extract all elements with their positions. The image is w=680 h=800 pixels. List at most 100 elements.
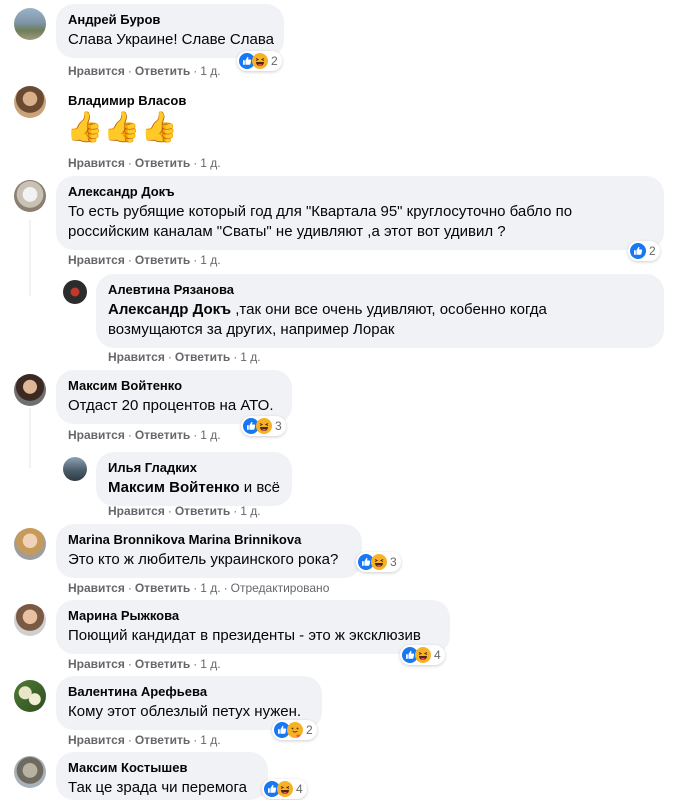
like-link[interactable]: Нравится [68, 428, 125, 442]
comment-bubble: Алевтина Рязанова Александр Докъ ,так он… [96, 274, 664, 348]
comment-text: Это кто ж любитель украинского рока? [68, 551, 339, 568]
like-link[interactable]: Нравится [68, 733, 125, 747]
avatar[interactable] [63, 280, 87, 304]
reply-thread-line [29, 408, 31, 468]
comment-text: То есть рубящие который год для "Квартал… [68, 203, 573, 220]
like-link[interactable]: Нравится [68, 253, 125, 267]
timestamp[interactable]: 1 д. [200, 733, 220, 747]
haha-reaction-icon [371, 554, 387, 570]
like-link[interactable]: Нравится [68, 657, 125, 671]
avatar[interactable] [14, 756, 46, 788]
reply-link[interactable]: Ответить [135, 253, 190, 267]
avatar[interactable] [14, 374, 46, 406]
author-name[interactable]: Максим Костышев [68, 760, 256, 776]
timestamp[interactable]: 1 д. [200, 581, 220, 595]
author-name[interactable]: Валентина Арефьева [68, 684, 310, 700]
author-name[interactable]: Андрей Буров [68, 12, 272, 28]
author-name[interactable]: Максим Войтенко [68, 378, 280, 394]
like-link[interactable]: Нравится [68, 64, 125, 78]
reactions-badge[interactable]: 4 [262, 779, 307, 799]
avatar[interactable] [63, 457, 87, 481]
comment-text: Кому этот облезлый петух нужен. [68, 703, 302, 720]
author-name[interactable]: Алевтина Рязанова [108, 282, 652, 298]
reply-link[interactable]: Ответить [135, 64, 190, 78]
reactions-badge[interactable]: 2 [628, 241, 660, 261]
haha-reaction-icon [256, 418, 272, 434]
comment-bubble: Андрей Буров Слава Украине! Славе Слава [56, 4, 284, 58]
like-link[interactable]: Нравится [68, 156, 125, 170]
care-reaction-icon [287, 722, 303, 738]
comment-actions: Нравится · Ответить · 1 д. [68, 64, 221, 78]
author-name[interactable]: Марина Рыжкова [68, 608, 438, 624]
like-reaction-icon [630, 243, 646, 259]
author-name[interactable]: Илья Гладких [108, 460, 280, 476]
avatar[interactable] [14, 528, 46, 560]
comment-text: возмущаются за других, например Лорак [108, 321, 395, 338]
comment-actions: Нравится · Ответить · 1 д. · Отредактировано [68, 581, 330, 595]
timestamp[interactable]: 1 д. [200, 428, 220, 442]
comment-actions: Нравится · Ответить · 1 д. [68, 253, 221, 267]
reply-link[interactable]: Ответить [175, 504, 230, 518]
avatar[interactable] [14, 8, 46, 40]
reactions-badge[interactable]: 2 [272, 720, 317, 740]
comment-actions: Нравится · Ответить · 1 д. [68, 733, 221, 747]
reaction-count: 3 [275, 419, 282, 433]
reply-thread-line [29, 220, 31, 296]
reply-link[interactable]: Ответить [135, 156, 190, 170]
comment-bubble: Марина Рыжкова Поющий кандидат в президе… [56, 600, 450, 654]
mention-link[interactable]: Максим Войтенко [108, 479, 240, 496]
comment-text: Слава Украине! Славе Слава [68, 31, 274, 48]
edited-label[interactable]: Отредактировано [231, 581, 330, 595]
reaction-count: 4 [296, 782, 303, 796]
comment-actions: Нравится · Ответить · 1 д. [108, 504, 261, 518]
avatar[interactable] [14, 180, 46, 212]
reply-link[interactable]: Ответить [135, 657, 190, 671]
thumbs-up-emoji: 👍👍👍 [66, 111, 179, 144]
comment-actions: Нравится · Ответить · 1 д. [68, 156, 221, 170]
reactions-badge[interactable]: 3 [356, 552, 401, 572]
timestamp[interactable]: 1 д. [240, 504, 260, 518]
timestamp[interactable]: 1 д. [200, 253, 220, 267]
author-name[interactable]: Александр Докъ [68, 184, 652, 200]
reactions-badge[interactable]: 2 [237, 51, 282, 71]
timestamp[interactable]: 1 д. [200, 156, 220, 170]
comment-actions: Нравится · Ответить · 1 д. [68, 428, 221, 442]
haha-reaction-icon [415, 647, 431, 663]
comment-text: Так це зрада чи перемога [68, 779, 247, 796]
avatar[interactable] [14, 604, 46, 636]
avatar[interactable] [14, 680, 46, 712]
reaction-count: 2 [649, 244, 656, 258]
reaction-count: 2 [271, 54, 278, 68]
mention-link[interactable]: Александр Докъ [108, 301, 231, 318]
reactions-badge[interactable]: 4 [400, 645, 445, 665]
comment-actions: Нравится · Ответить · 1 д. [68, 657, 221, 671]
timestamp[interactable]: 1 д. [200, 657, 220, 671]
reactions-badge[interactable]: 3 [241, 416, 286, 436]
comment-text: Александр Докъ ,так они все очень удивля… [108, 301, 547, 318]
comment-bubble: Илья Гладких Максим Войтенко и всё [96, 452, 292, 506]
reply-link[interactable]: Ответить [175, 350, 230, 364]
like-link[interactable]: Нравится [108, 504, 165, 518]
comment-text: Отдаст 20 процентов на АТО. [68, 397, 274, 414]
reply-link[interactable]: Ответить [135, 428, 190, 442]
reaction-count: 4 [434, 648, 441, 662]
reply-link[interactable]: Ответить [135, 733, 190, 747]
comment-text: Поющий кандидат в президенты - это ж экс… [68, 627, 421, 644]
comment-bubble: Александр Докъ То есть рубящие который г… [56, 176, 664, 250]
comment-bubble: Marina Bronnikova Marina Brinnikova Это … [56, 524, 362, 578]
haha-reaction-icon [277, 781, 293, 797]
comment-text: Максим Войтенко и всё [108, 479, 280, 496]
like-link[interactable]: Нравится [108, 350, 165, 364]
timestamp[interactable]: 1 д. [240, 350, 260, 364]
comment-bubble: Максим Костышев Так це зрада чи перемога [56, 752, 268, 800]
haha-reaction-icon [252, 53, 268, 69]
avatar[interactable] [14, 86, 46, 118]
author-name[interactable]: Владимир Власов [68, 93, 186, 109]
like-link[interactable]: Нравится [68, 581, 125, 595]
reply-link[interactable]: Ответить [135, 581, 190, 595]
timestamp[interactable]: 1 д. [200, 64, 220, 78]
comment-text: российским каналам "Сваты" не удивляют ,… [68, 223, 506, 240]
reaction-count: 3 [390, 555, 397, 569]
comment-actions: Нравится · Ответить · 1 д. [108, 350, 261, 364]
author-name[interactable]: Marina Bronnikova Marina Brinnikova [68, 532, 350, 548]
